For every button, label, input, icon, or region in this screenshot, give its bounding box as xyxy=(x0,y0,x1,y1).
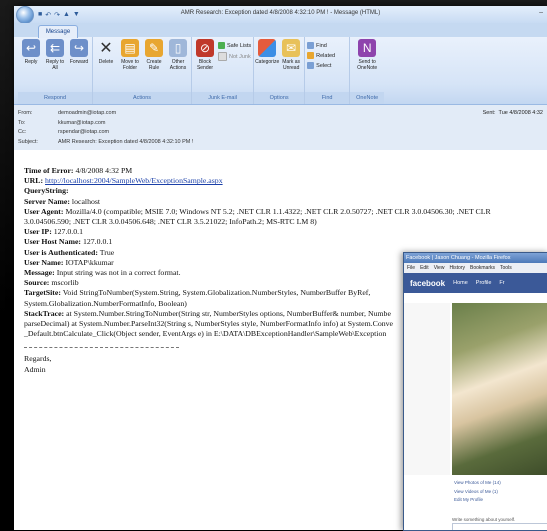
mark-unread-button[interactable]: ✉ Mark as Unread xyxy=(280,39,302,71)
fb-menu-tools[interactable]: Tools xyxy=(500,263,512,273)
to-value[interactable]: kkumar@iotap.com xyxy=(58,119,105,129)
url-link[interactable]: http://localhost:2004/SampleWeb/Exceptio… xyxy=(45,176,223,185)
reply-button[interactable]: ↩ Reply xyxy=(20,39,42,65)
group-options: Categorize ✉ Mark as Unread Options xyxy=(254,37,306,104)
group-actions: ✕ Delete ▤ Move to Folder ✎ Create Rule … xyxy=(93,37,192,104)
safe-lists-button[interactable]: Safe Lists xyxy=(218,42,251,49)
view-photos-link[interactable]: View Photos of Me (14) xyxy=(454,479,501,488)
time-of-error: Time of Error: 4/8/2008 4:32 PM xyxy=(24,166,133,175)
not-junk-button[interactable]: Not Junk xyxy=(218,52,251,61)
profile-photo[interactable] xyxy=(452,303,547,475)
edit-profile-link[interactable]: Edit My Profile xyxy=(454,496,501,505)
group-onenote: N Send to OneNote OneNote xyxy=(350,37,385,104)
find-button[interactable]: Find xyxy=(307,42,335,49)
facebook-browser-window: Facebook | Jason Chuang - Mozilla Firefo… xyxy=(403,252,547,531)
signature-separator xyxy=(24,347,179,354)
document-icon: ▯ xyxy=(169,39,187,57)
fb-menu-history[interactable]: History xyxy=(449,263,465,273)
querystring-line: QueryString: xyxy=(24,186,69,196)
fb-menu-file[interactable]: File xyxy=(407,263,415,273)
group-label: Find xyxy=(305,92,350,104)
fb-menu-bar: File Edit View History Bookmarks Tools xyxy=(404,263,547,273)
cc-label: Cc: xyxy=(18,129,27,135)
find-stack: Find Related Select xyxy=(307,39,335,69)
window-title: AMR Research: Exception dated 4/8/2008 4… xyxy=(180,10,381,16)
to-label: To: xyxy=(18,119,26,126)
group-label: OneNote xyxy=(350,92,385,104)
envelope-icon: ✉ xyxy=(282,39,301,57)
group-junk: ⊘ Block Sender Safe Lists Not Junk Junk … xyxy=(192,37,255,104)
related-button[interactable]: Related xyxy=(307,52,335,59)
junk-stack: Safe Lists Not Junk xyxy=(218,39,251,61)
reply-all-icon: ⇇ xyxy=(46,39,64,57)
message-header: From: demoadmin@iotap.com To: kkumar@iotap… xyxy=(14,105,547,155)
fb-sidebar xyxy=(404,303,450,475)
fb-about-input[interactable] xyxy=(452,523,547,530)
cc-value[interactable]: rspendar@iotap.com xyxy=(58,128,109,138)
from-value[interactable]: demoadmin@iotap.com xyxy=(58,109,116,119)
from-label: From: xyxy=(18,110,33,116)
minimize-icon[interactable]: – xyxy=(539,9,543,16)
user-agent-line: User Agent: Mozilla/4.0 (compatible; MSI… xyxy=(24,206,491,216)
forward-icon: ↪ xyxy=(70,39,88,57)
ribbon: ↩ Reply ⇇ Reply to All ↪ Forward Respond… xyxy=(14,37,547,105)
fb-title-bar: Facebook | Jason Chuang - Mozilla Firefo… xyxy=(404,253,547,263)
onenote-icon: N xyxy=(358,39,377,57)
sent-info: Sent: Tue 4/8/2008 4:32 xyxy=(482,110,543,116)
group-label: Junk E-mail xyxy=(192,92,254,104)
rule-icon: ✎ xyxy=(145,39,163,57)
group-respond: ↩ Reply ⇇ Reply to All ↪ Forward Respond xyxy=(18,37,93,104)
fb-about-prompt: Write something about yourself. xyxy=(452,517,516,522)
host-line: User Host Name: 127.0.0.1 xyxy=(24,237,113,247)
fb-menu-edit[interactable]: Edit xyxy=(420,263,429,273)
subject-label: Subject: xyxy=(18,138,38,145)
select-button[interactable]: Select xyxy=(307,62,335,69)
group-label: Actions xyxy=(93,92,191,104)
group-label: Respond xyxy=(18,92,92,104)
fb-menu-view[interactable]: View xyxy=(434,263,445,273)
block-sender-icon: ⊘ xyxy=(196,39,214,57)
reply-icon: ↩ xyxy=(22,39,40,57)
delete-icon: ✕ xyxy=(99,40,113,57)
block-sender-button[interactable]: ⊘ Block Sender xyxy=(194,39,216,71)
fb-nav: facebook Home Profile Fr xyxy=(404,273,547,293)
categorize-button[interactable]: Categorize xyxy=(255,39,279,65)
subject-value: AMR Research: Exception dated 4/8/2008 4… xyxy=(58,138,194,145)
categorize-icon xyxy=(258,39,277,57)
fb-menu-bookmarks[interactable]: Bookmarks xyxy=(470,263,495,273)
forward-button[interactable]: ↪ Forward xyxy=(68,39,90,65)
server-line: Server Name: localhost xyxy=(24,196,101,206)
group-find: Find Related Select Find xyxy=(305,37,351,104)
delete-button[interactable]: ✕ Delete xyxy=(95,39,117,65)
send-to-onenote-button[interactable]: N Send to OneNote xyxy=(352,39,382,71)
reply-all-button[interactable]: ⇇ Reply to All xyxy=(44,39,66,71)
fb-nav-friends[interactable]: Fr xyxy=(499,280,504,286)
user-ip-line: User IP: 127.0.0.1 xyxy=(24,227,83,237)
view-videos-link[interactable]: View Videos of Me (1) xyxy=(454,488,501,497)
group-label: Options xyxy=(254,92,305,104)
fb-nav-home[interactable]: Home xyxy=(453,280,468,286)
url-line: URL: http://localhost:2004/SampleWeb/Exc… xyxy=(24,176,223,186)
title-bar: ■ ↶ ↷ ▲ ▼ AMR Research: Exception dated … xyxy=(14,6,547,24)
create-rule-button[interactable]: ✎ Create Rule xyxy=(143,39,165,71)
move-to-folder-button[interactable]: ▤ Move to Folder xyxy=(119,39,141,71)
folder-icon: ▤ xyxy=(121,39,139,57)
fb-nav-profile[interactable]: Profile xyxy=(476,280,492,286)
fb-logo[interactable]: facebook xyxy=(410,279,445,288)
user-agent-line-2: 3.0.04506.590; .NET CLR 3.0.04506.648; .… xyxy=(24,217,317,227)
fb-profile-links: View Photos of Me (14) View Videos of Me… xyxy=(454,479,501,505)
ribbon-tabs: Message xyxy=(14,23,547,38)
other-actions-button[interactable]: ▯ Other Actions xyxy=(167,39,189,71)
